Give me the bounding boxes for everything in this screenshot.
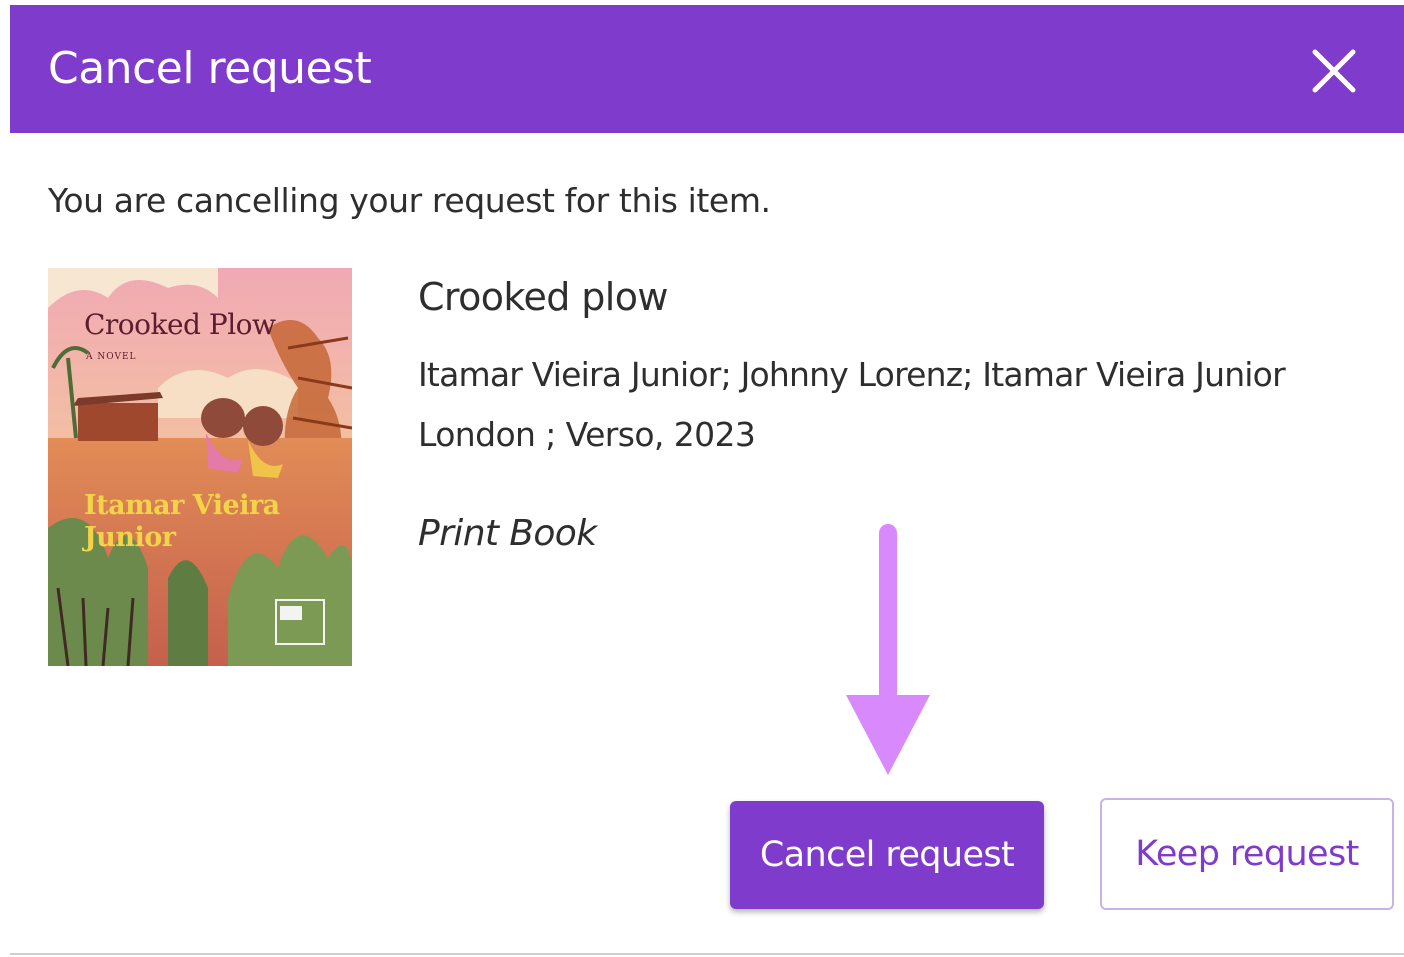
item-authors: Itamar Vieira Junior; Johnny Lorenz; Ita… bbox=[418, 355, 1286, 394]
item-publisher: London ; Verso, 2023 bbox=[418, 415, 756, 454]
cancel-request-dialog: Cancel request You are cancelling your r… bbox=[10, 5, 1404, 955]
item-format: Print Book bbox=[418, 513, 597, 554]
dialog-title: Cancel request bbox=[48, 43, 372, 94]
dialog-header: Cancel request bbox=[10, 5, 1404, 133]
keep-request-button[interactable]: Keep request bbox=[1100, 798, 1394, 910]
close-icon bbox=[1312, 49, 1356, 93]
cover-subtitle: A NOVEL bbox=[86, 352, 137, 362]
cover-author: Itamar Vieira Junior bbox=[84, 490, 280, 553]
divider bbox=[10, 953, 1404, 955]
cancel-request-button[interactable]: Cancel request bbox=[730, 801, 1044, 909]
book-cover: Crooked Plow A NOVEL Itamar Vieira Junio… bbox=[48, 268, 352, 666]
cover-title: Crooked Plow bbox=[84, 308, 276, 341]
close-button[interactable] bbox=[1306, 43, 1362, 99]
intro-text: You are cancelling your request for this… bbox=[48, 181, 771, 220]
item-title: Crooked plow bbox=[418, 275, 668, 319]
arrow-down-icon bbox=[846, 524, 930, 775]
